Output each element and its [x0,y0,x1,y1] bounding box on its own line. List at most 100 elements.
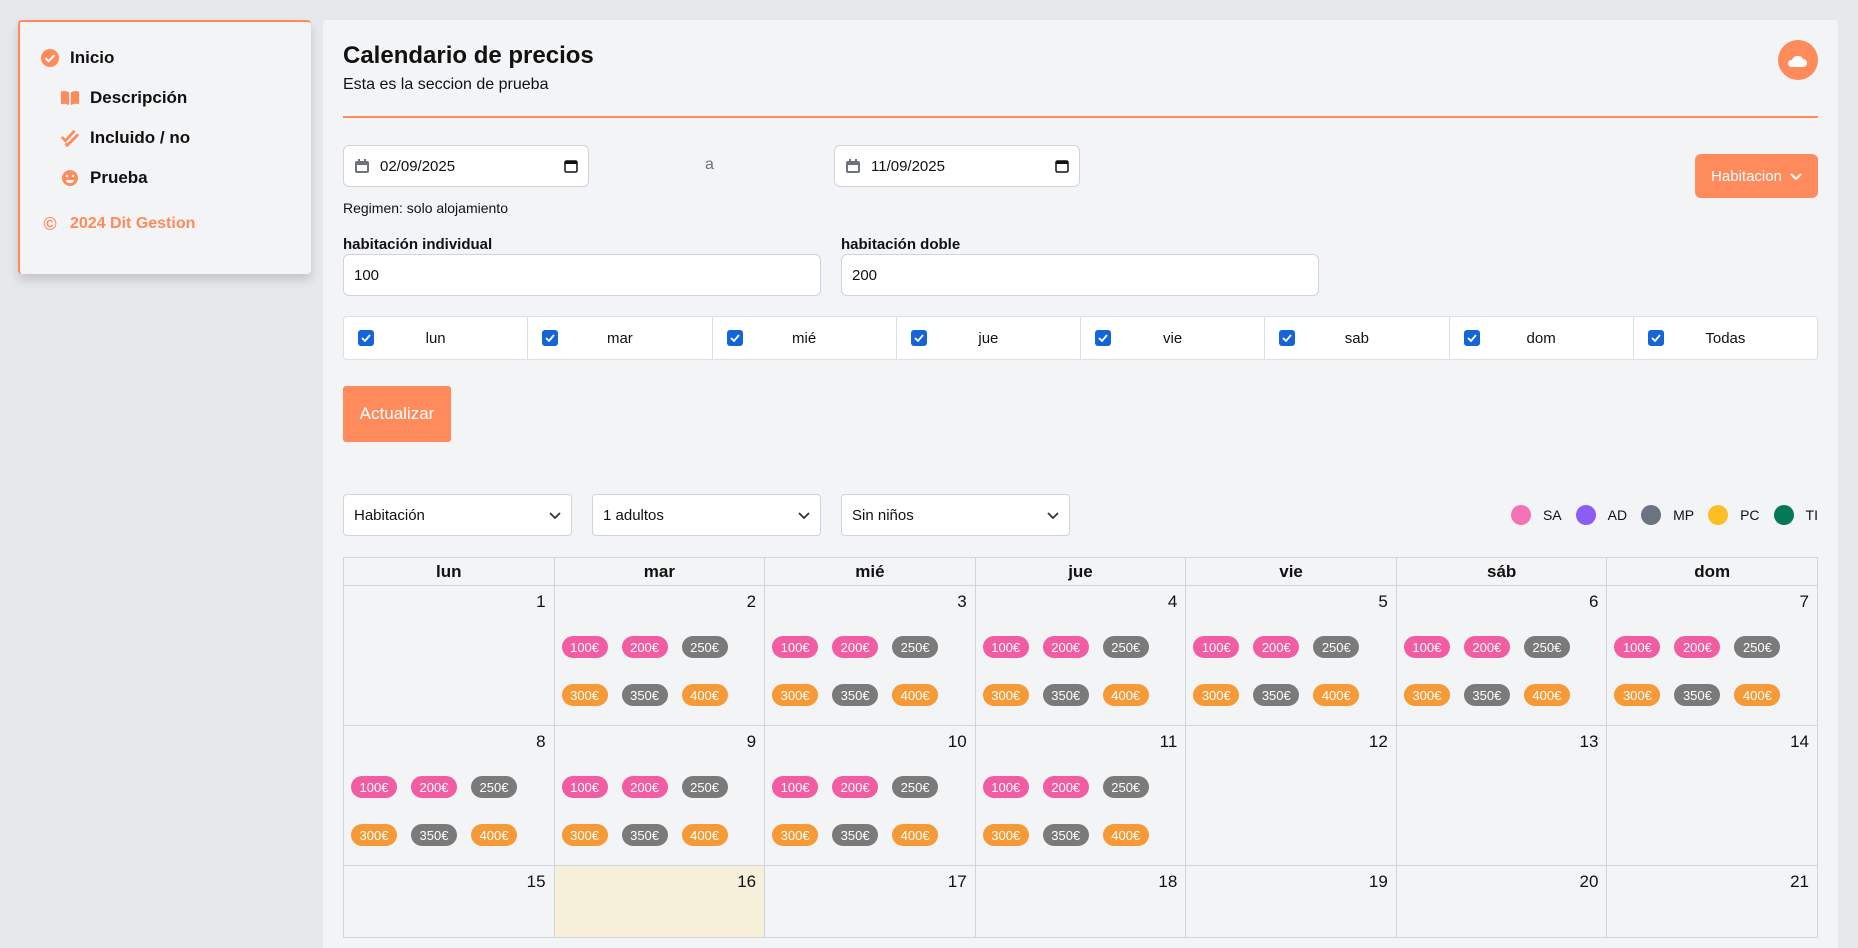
price-badge[interactable]: 250€ [1102,636,1149,658]
price-badge[interactable]: 300€ [772,824,819,846]
price-badge[interactable]: 200€ [621,776,668,798]
checkbox-checked-icon[interactable] [1095,330,1111,346]
weekday-option[interactable]: lun [344,317,529,359]
price-badge[interactable]: 100€ [1193,636,1240,658]
sidebar-item-descripcion[interactable]: Descripción [60,88,187,108]
weekday-option[interactable]: Todas [1634,317,1817,359]
price-badge[interactable]: 300€ [561,684,608,706]
price-badge[interactable]: 250€ [1734,636,1781,658]
weekday-option[interactable]: sab [1265,317,1450,359]
calendar-day[interactable]: 19 [1186,866,1397,938]
calendar-day[interactable]: 13 [1396,726,1608,866]
price-badge[interactable]: 350€ [832,684,879,706]
price-badge[interactable]: 250€ [681,776,728,798]
price-badge[interactable]: 200€ [1674,636,1721,658]
price-badge[interactable]: 400€ [892,824,939,846]
doble-price-input[interactable]: 200 [841,254,1319,296]
price-badge[interactable]: 250€ [892,776,939,798]
price-badge[interactable]: 400€ [1734,684,1781,706]
weekday-option[interactable]: jue [897,317,1081,359]
calendar-day[interactable]: 21 [1607,866,1818,938]
price-badge[interactable]: 100€ [561,636,608,658]
price-badge[interactable]: 400€ [1102,684,1149,706]
price-badge[interactable]: 350€ [832,824,879,846]
adults-select[interactable]: 1 adultos [592,494,821,536]
price-badge[interactable]: 250€ [681,636,728,658]
sidebar-item-inicio[interactable]: Inicio [40,48,114,68]
calendar-day[interactable]: 1 [344,586,555,726]
checkbox-checked-icon[interactable] [1279,330,1296,346]
update-button[interactable]: Actualizar [343,386,451,442]
weekday-option[interactable]: mar [528,317,713,359]
price-badge[interactable]: 400€ [681,684,728,706]
price-badge[interactable]: 200€ [1253,636,1300,658]
children-select[interactable]: Sin niños [841,494,1070,536]
sidebar-item-incluido[interactable]: Incluido / no [60,128,190,148]
calendar-day[interactable]: 4 100€ 200€ 250€ 300€ 350€ 400€ [975,586,1187,726]
price-badge[interactable]: 300€ [561,824,608,846]
price-badge[interactable]: 250€ [471,776,517,798]
price-badge[interactable]: 300€ [772,684,819,706]
calendar-day[interactable]: 5 100€ 200€ 250€ 300€ 350€ 400€ [1186,586,1397,726]
calendar-day[interactable]: 3 100€ 200€ 250€ 300€ 350€ 400€ [765,586,976,726]
price-badge[interactable]: 100€ [772,776,819,798]
calendar-day[interactable]: 6 100€ 200€ 250€ 300€ 350€ 400€ [1396,586,1608,726]
date-picker-icon[interactable] [564,159,578,173]
price-badge[interactable]: 300€ [351,824,397,846]
price-badge[interactable]: 100€ [1403,636,1450,658]
price-badge[interactable]: 400€ [471,824,517,846]
room-type-select[interactable]: Habitación [343,494,572,536]
price-badge[interactable]: 200€ [1042,776,1089,798]
price-badge[interactable]: 300€ [982,824,1029,846]
checkbox-checked-icon[interactable] [1647,330,1664,346]
price-badge[interactable]: 300€ [1403,684,1450,706]
price-badge[interactable]: 200€ [1463,636,1510,658]
price-badge[interactable]: 300€ [1193,684,1240,706]
price-badge[interactable]: 100€ [1614,636,1661,658]
weekday-option[interactable]: vie [1081,317,1266,359]
price-badge[interactable]: 200€ [832,776,879,798]
price-badge[interactable]: 200€ [832,636,879,658]
calendar-day[interactable]: 7 100€ 200€ 250€ 300€ 350€ 400€ [1607,586,1818,726]
price-badge[interactable]: 400€ [1102,824,1149,846]
checkbox-checked-icon[interactable] [1463,330,1480,346]
price-badge[interactable]: 350€ [1674,684,1721,706]
weekday-option[interactable]: mié [713,317,897,359]
calendar-day[interactable]: 20 [1396,866,1608,938]
price-badge[interactable]: 250€ [892,636,939,658]
weekday-option[interactable]: dom [1450,317,1634,359]
price-badge[interactable]: 350€ [1253,684,1300,706]
price-badge[interactable]: 200€ [621,636,668,658]
calendar-day[interactable]: 18 [975,866,1187,938]
price-badge[interactable]: 350€ [621,684,668,706]
calendar-day[interactable]: 15 [344,866,555,938]
price-badge[interactable]: 100€ [982,636,1029,658]
price-badge[interactable]: 350€ [1042,824,1089,846]
calendar-day[interactable]: 17 [765,866,976,938]
checkbox-checked-icon[interactable] [910,330,927,346]
calendar-day[interactable]: 10 100€ 200€ 250€ 300€ 350€ 400€ [765,726,976,866]
checkbox-checked-icon[interactable] [358,330,374,346]
price-badge[interactable]: 250€ [1102,776,1149,798]
checkbox-checked-icon[interactable] [542,330,559,346]
price-badge[interactable]: 250€ [1523,636,1570,658]
date-from-input[interactable]: 02/09/2025 [343,145,589,187]
price-badge[interactable]: 100€ [772,636,819,658]
calendar-day[interactable]: 8 100€ 200€ 250€ 300€ 350€ 400€ [344,726,555,866]
price-badge[interactable]: 400€ [681,824,728,846]
calendar-day[interactable]: 11 100€ 200€ 250€ 300€ 350€ 400€ [975,726,1187,866]
calendar-day[interactable]: 14 [1607,726,1818,866]
price-badge[interactable]: 350€ [1042,684,1089,706]
price-badge[interactable]: 350€ [621,824,668,846]
calendar-day-today[interactable]: 16 [554,866,766,938]
price-badge[interactable]: 400€ [892,684,939,706]
checkbox-checked-icon[interactable] [726,330,743,346]
date-to-input[interactable]: 11/09/2025 [834,145,1080,187]
price-badge[interactable]: 300€ [1614,684,1661,706]
price-badge[interactable]: 300€ [982,684,1029,706]
sidebar-item-prueba[interactable]: Prueba [60,168,148,188]
price-badge[interactable]: 200€ [1042,636,1089,658]
price-badge[interactable]: 350€ [411,824,457,846]
price-badge[interactable]: 400€ [1313,684,1360,706]
price-badge[interactable]: 350€ [1463,684,1510,706]
